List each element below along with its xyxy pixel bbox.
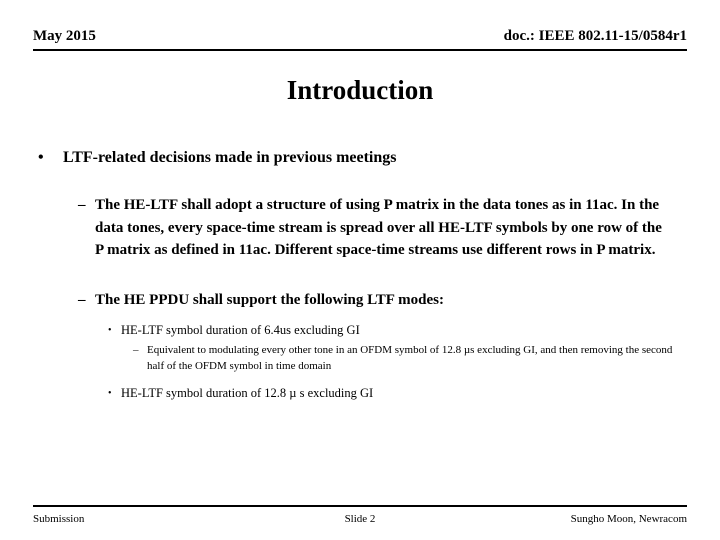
bullet-level2-text: The HE-LTF shall adopt a structure of us… [95,197,662,258]
bullet-level1-text: LTF-related decisions made in previous m… [63,149,397,166]
page-title: Introduction [286,75,434,105]
header-doc-number: doc.: IEEE 802.11-15/0584r1 [503,28,687,44]
bullet-level1-item: • LTF-related decisions made in previous… [38,147,720,169]
slide-header-inner: May 2015 doc.: IEEE 802.11-15/0584r1 [33,27,687,49]
bullet-level3-item: • HE-LTF symbol duration of 12.8 µ s exc… [108,385,670,402]
bullet-level3-text: HE-LTF symbol duration of 12.8 µ s exclu… [121,386,374,400]
bullet-level3-item: • HE-LTF symbol duration of 6.4us exclud… [108,322,670,339]
bullet-level2-item: – The HE PPDU shall support the followin… [78,289,663,312]
bullet-marker-icon: • [108,388,112,399]
slide-header: May 2015 doc.: IEEE 802.11-15/0584r1 [33,27,687,51]
slide-footer: Submission Slide 2 Sungho Moon, Newracom [33,505,687,531]
bullet-level2-text: The HE PPDU shall support the following … [95,291,444,308]
bullet-level4-item: – Equivalent to modulating every other t… [133,343,688,374]
dash-marker-icon: – [78,197,86,213]
bullet-marker-icon: • [38,149,44,166]
dash-marker-icon: – [78,291,86,308]
bullet-marker-icon: • [108,325,112,336]
bullet-level3-text: HE-LTF symbol duration of 6.4us excludin… [121,323,360,337]
slide-footer-inner: Submission Slide 2 Sungho Moon, Newracom [33,507,687,531]
footer-author: Sungho Moon, Newracom [570,513,687,525]
bullet-level2-item: – The HE-LTF shall adopt a structure of … [78,194,663,262]
header-date: May 2015 [33,28,96,44]
dash-marker-icon: – [133,344,139,356]
bullet-level4-text: Equivalent to modulating every other ton… [147,344,673,372]
slide: May 2015 doc.: IEEE 802.11-15/0584r1 Int… [0,0,720,540]
slide-body: • LTF-related decisions made in previous… [0,140,720,402]
